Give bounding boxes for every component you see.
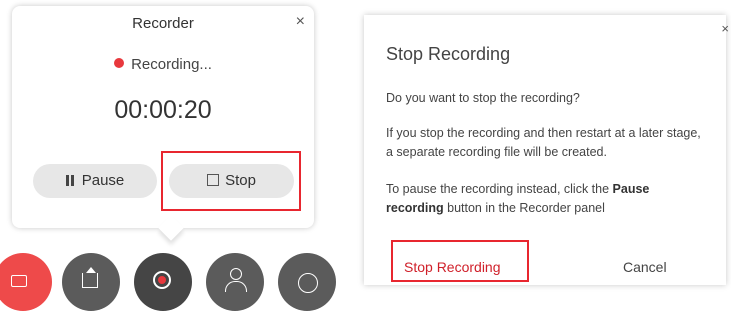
dialog-close-icon[interactable]: × [721,21,729,36]
recording-dot-icon [114,58,125,68]
chat-icon [298,273,318,293]
participants-button[interactable] [206,253,264,311]
dialog-question: Do you want to stop the recording? [386,91,580,105]
cancel-button[interactable]: Cancel [623,259,667,275]
recording-status: Recording... [12,56,314,73]
recorder-title: Recorder [132,15,194,32]
recording-timer: 00:00:20 [114,96,212,124]
dialog-info: If you stop the recording and then resta… [386,126,701,159]
record-button[interactable] [134,253,192,311]
stop-button-label: Stop [225,172,256,189]
dialog-title: Stop Recording [386,44,511,64]
stop-recording-dialog: × Stop Recording Do you want to stop the… [364,15,729,285]
panel-pointer [158,215,184,241]
stop-icon [207,174,220,186]
stop-recording-button[interactable]: Stop Recording [404,259,501,275]
dialog-pause-hint: To pause the recording instead, click th… [386,180,706,218]
pause-hint-suffix: button in the Recorder panel [443,201,605,215]
pause-icon [65,175,74,186]
pause-button-label: Pause [81,172,125,189]
participants-icon [225,281,247,292]
recording-status-text: Recording... [131,56,212,73]
video-off-icon [11,275,27,287]
share-icon [82,273,98,288]
participants-head-icon [230,268,242,280]
pause-button[interactable]: Pause [33,164,157,198]
video-button[interactable] [0,253,52,311]
share-button[interactable] [62,253,120,311]
pause-hint-prefix: To pause the recording instead, click th… [386,182,613,196]
recorder-panel: Recorder × Recording... 00:00:20 Pause S… [12,6,314,241]
stop-button[interactable]: Stop [169,164,294,198]
record-icon [158,276,166,284]
recorder-close-icon[interactable]: × [296,13,305,31]
chat-button[interactable] [278,253,336,311]
